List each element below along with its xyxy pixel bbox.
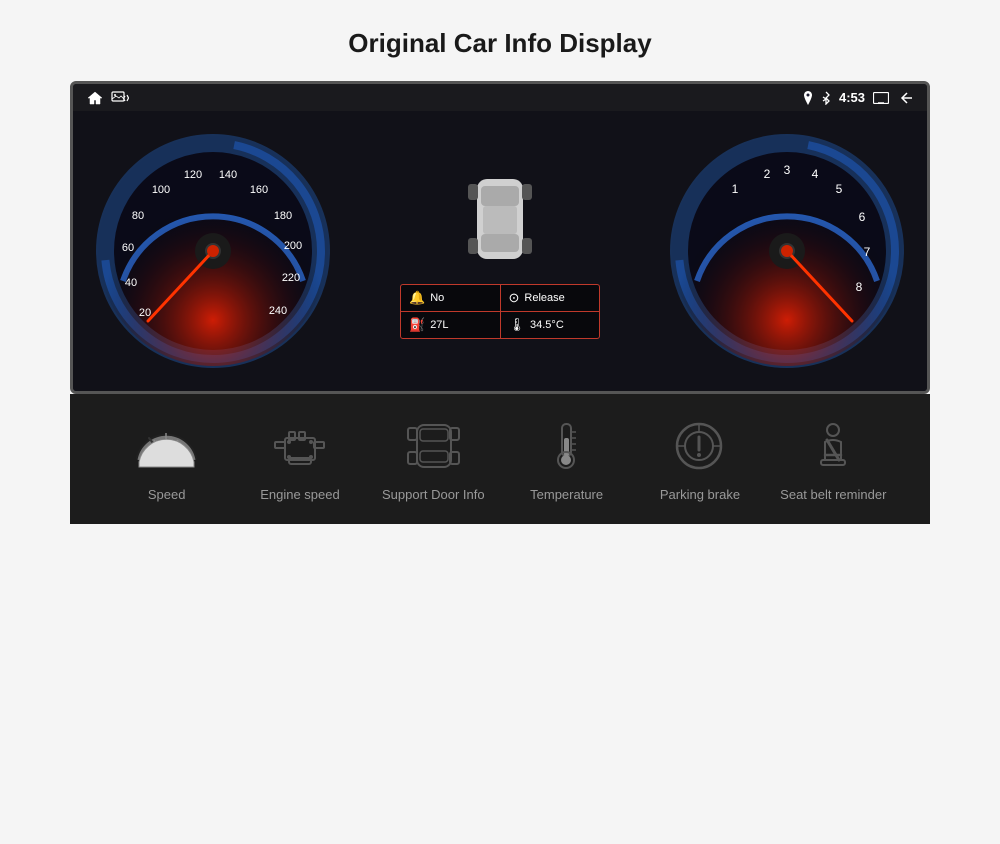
media-icon — [111, 91, 129, 105]
svg-text:3: 3 — [784, 163, 791, 177]
page-title: Original Car Info Display — [348, 28, 651, 59]
center-panel: 🔔 No ⊙ Release ⛽ 27L 🌡 34.5°C — [390, 164, 610, 339]
parking-brake-label: Parking brake — [660, 486, 740, 504]
status-bar: 4:53 — [73, 84, 927, 111]
svg-text:60: 60 — [122, 242, 134, 254]
svg-text:4: 4 — [812, 167, 819, 181]
fuel-icon: ⛽ — [409, 317, 425, 333]
speed-label: Speed — [148, 486, 186, 504]
info-row-fuel-temp: ⛽ 27L 🌡 34.5°C — [401, 312, 599, 338]
svg-text:120: 120 — [184, 169, 202, 181]
speed-icon — [132, 416, 202, 476]
thermometer-icon — [532, 416, 602, 476]
svg-text:6: 6 — [859, 210, 866, 224]
home-icon — [87, 91, 103, 105]
screen-icon — [873, 92, 889, 104]
dashboard-main: 20 40 60 80 100 120 140 160 180 200 220 … — [73, 111, 927, 391]
svg-text:180: 180 — [274, 210, 292, 222]
brake-info: ⊙ Release — [501, 285, 600, 311]
temp-value: 34.5°C — [530, 319, 564, 331]
svg-text:7: 7 — [864, 245, 871, 259]
seatbelt-label: Seat belt reminder — [780, 486, 886, 504]
features-section: Speed Engine speed — [70, 394, 930, 524]
engine-label: Engine speed — [260, 486, 340, 504]
svg-text:8: 8 — [856, 280, 863, 294]
car-info-grid: 🔔 No ⊙ Release ⛽ 27L 🌡 34.5°C — [400, 284, 600, 339]
svg-text:160: 160 — [250, 184, 268, 196]
seatbelt-info: 🔔 No — [401, 285, 501, 311]
temp-info: 🌡 34.5°C — [501, 312, 600, 338]
seatbelt-value: No — [430, 292, 444, 304]
temperature-label: Temperature — [530, 486, 603, 504]
svg-text:80: 80 — [132, 210, 144, 222]
temp-icon: 🌡 — [509, 317, 526, 333]
svg-text:1: 1 — [732, 182, 739, 196]
feature-seatbelt: Seat belt reminder — [778, 416, 888, 504]
brake-value: Release — [524, 292, 564, 304]
info-row-seatbelt-brake: 🔔 No ⊙ Release — [401, 285, 599, 312]
svg-text:200: 200 — [284, 240, 302, 252]
seatbelt-icon — [798, 416, 868, 476]
status-right-icons: 4:53 — [803, 90, 913, 105]
time-display: 4:53 — [839, 90, 865, 105]
fuel-value: 27L — [430, 319, 448, 331]
brake-small-icon: ⊙ — [509, 290, 520, 306]
status-left-icons — [87, 91, 129, 105]
svg-text:100: 100 — [152, 184, 170, 196]
location-icon — [803, 91, 813, 105]
speedometer: 20 40 60 80 100 120 140 160 180 200 220 … — [93, 131, 333, 371]
feature-engine: Engine speed — [245, 416, 355, 504]
svg-text:20: 20 — [139, 307, 151, 319]
feature-door: Support Door Info — [378, 416, 488, 504]
dashboard-display: 4:53 — [70, 81, 930, 394]
car-top-view — [465, 164, 535, 274]
door-label: Support Door Info — [382, 486, 485, 504]
svg-text:5: 5 — [836, 182, 843, 196]
engine-icon — [265, 416, 335, 476]
feature-parking-brake: Parking brake — [645, 416, 755, 504]
fuel-info: ⛽ 27L — [401, 312, 501, 338]
svg-text:240: 240 — [269, 305, 287, 317]
svg-text:2: 2 — [764, 167, 771, 181]
tachometer: 1 2 3 4 5 6 7 8 — [667, 131, 907, 371]
feature-speed: Speed — [112, 416, 222, 504]
brake-icon — [665, 416, 735, 476]
bluetooth-icon — [821, 91, 831, 105]
feature-temperature: Temperature — [512, 416, 622, 504]
seatbelt-small-icon: 🔔 — [409, 290, 425, 306]
door-icon — [398, 416, 468, 476]
svg-text:40: 40 — [125, 277, 137, 289]
svg-text:140: 140 — [219, 169, 237, 181]
back-icon[interactable] — [897, 91, 913, 105]
svg-text:220: 220 — [282, 272, 300, 284]
